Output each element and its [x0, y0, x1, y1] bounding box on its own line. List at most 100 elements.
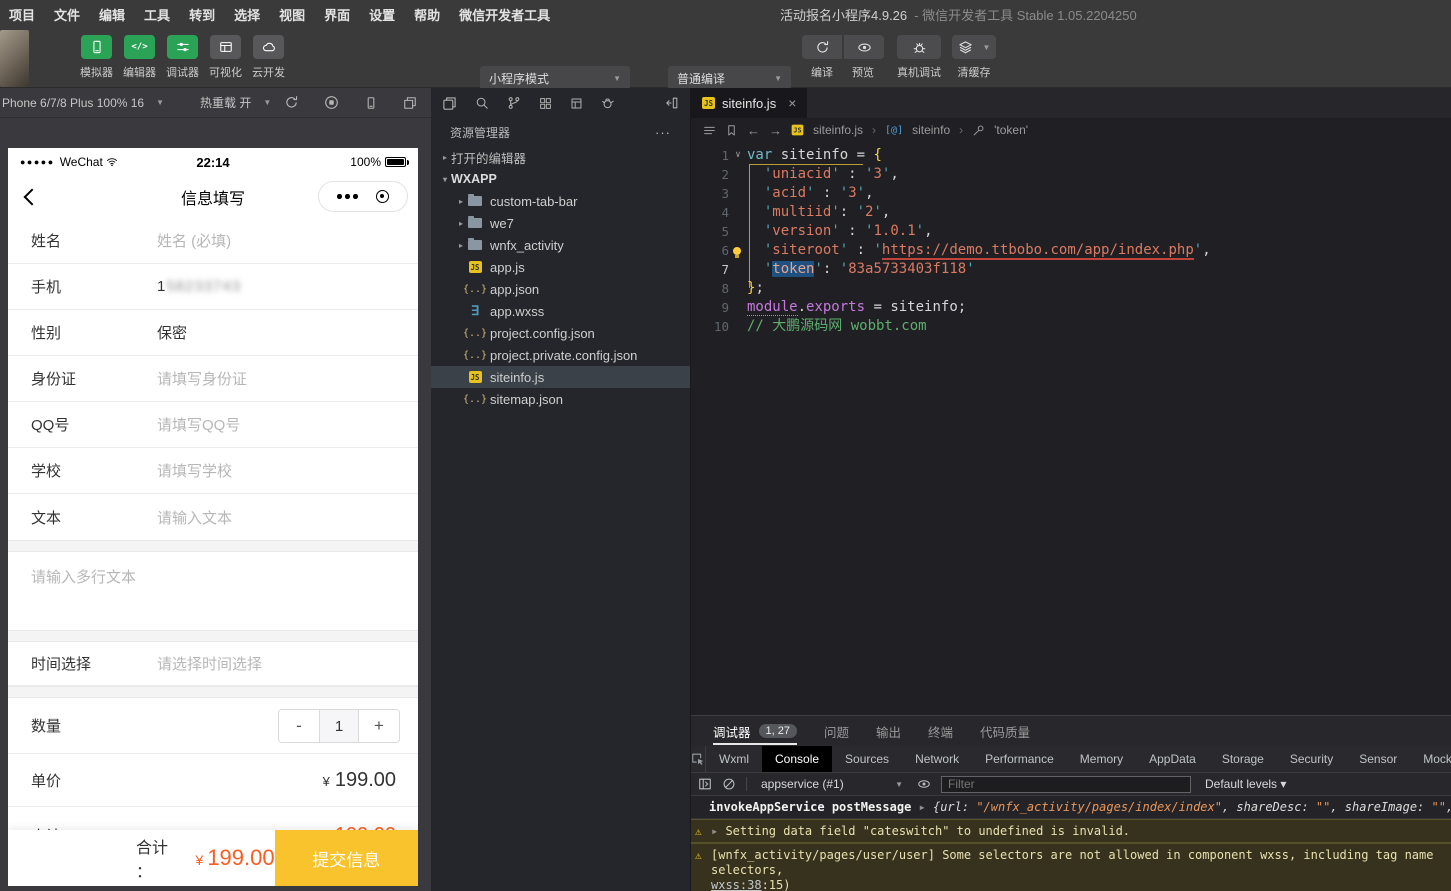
- tree-item-we7[interactable]: ▸we7: [431, 212, 690, 234]
- stepper-value[interactable]: 1: [319, 710, 359, 742]
- menu-tools[interactable]: 工具: [144, 5, 170, 24]
- close-target-icon[interactable]: [376, 190, 389, 203]
- close-icon[interactable]: ×: [788, 95, 796, 111]
- devtools-tab-memory[interactable]: Memory: [1067, 746, 1136, 772]
- menu-view[interactable]: 视图: [279, 5, 305, 24]
- menu-selection[interactable]: 选择: [234, 5, 260, 24]
- lightbulb-icon[interactable]: [733, 247, 741, 255]
- field-gender-input[interactable]: 保密: [157, 322, 187, 343]
- record-icon[interactable]: [324, 95, 339, 110]
- compile-mode-select[interactable]: 普通编译 ▼: [668, 66, 791, 90]
- action-remote-debug-button[interactable]: 真机调试: [897, 35, 941, 80]
- menu-settings[interactable]: 设置: [369, 5, 395, 24]
- action-clear-cache-button[interactable]: ▼清缓存: [952, 35, 996, 80]
- hot-reload-toggle[interactable]: 热重载 开 ▼: [200, 94, 271, 111]
- tea-icon[interactable]: [601, 96, 615, 110]
- execution-context-select[interactable]: appservice (#1) ▼: [757, 777, 907, 791]
- toolbar-cloud-dev-button[interactable]: 云开发: [250, 35, 287, 80]
- field-text-input[interactable]: 请输入文本: [157, 507, 232, 528]
- code-editor[interactable]: 1∨var siteinfo = {2 'uniacid' : '3',3 'a…: [691, 142, 1451, 715]
- field-name-input[interactable]: 姓名 (必填): [157, 230, 231, 251]
- action-compile-button[interactable]: 编译: [802, 35, 842, 80]
- rotate-icon[interactable]: [284, 95, 299, 110]
- tree-item-app-js[interactable]: JSapp.js: [431, 256, 690, 278]
- search-icon[interactable]: [475, 96, 489, 110]
- devtools-tab-appdata[interactable]: AppData: [1136, 746, 1209, 772]
- devtools-tab-wxml[interactable]: Wxml: [706, 746, 762, 772]
- submit-button[interactable]: 提交信息: [275, 830, 418, 886]
- devtools-tab-storage[interactable]: Storage: [1209, 746, 1277, 772]
- stepper-plus-button[interactable]: +: [359, 710, 399, 742]
- devtools-tab-performance[interactable]: Performance: [972, 746, 1067, 772]
- tab-siteinfo-js[interactable]: JS siteinfo.js ×: [691, 88, 807, 118]
- tree-item-wxapp-root[interactable]: ▾WXAPP: [431, 168, 690, 190]
- toolbar-simulator-button[interactable]: 模拟器: [78, 35, 115, 80]
- field-qq-input[interactable]: 请填写QQ号: [157, 414, 240, 435]
- bookmark-icon[interactable]: [725, 124, 738, 137]
- menu-help[interactable]: 帮助: [414, 5, 440, 24]
- devtools-tab-console[interactable]: Console: [762, 746, 832, 772]
- tree-item-custom-tab-bar[interactable]: ▸custom-tab-bar: [431, 190, 690, 212]
- phone-frame-icon[interactable]: [364, 96, 378, 110]
- tree-item-sitemap-json[interactable]: {..}sitemap.json: [431, 388, 690, 410]
- mode-select[interactable]: 小程序模式 ▼: [480, 66, 630, 90]
- field-time-input[interactable]: 请选择时间选择: [157, 653, 262, 674]
- tree-item-siteinfo-js[interactable]: JSsiteinfo.js: [431, 366, 690, 388]
- tree-item-open-editors[interactable]: ▸打开的编辑器: [431, 146, 690, 168]
- extensions-icon[interactable]: [539, 97, 552, 110]
- breadcrumb-file[interactable]: siteinfo.js: [813, 123, 863, 137]
- devtools-tab-network[interactable]: Network: [902, 746, 972, 772]
- breadcrumb-token[interactable]: 'token': [994, 123, 1028, 137]
- stepper-minus-button[interactable]: -: [279, 710, 319, 742]
- panel-tab-problems[interactable]: 问题: [824, 716, 849, 746]
- back-arrow-icon[interactable]: ←: [747, 123, 760, 138]
- live-expression-icon[interactable]: [917, 777, 931, 791]
- tree-item-project-private-config-json[interactable]: {..}project.private.config.json: [431, 344, 690, 366]
- devtools-tab-mock[interactable]: Mock: [1410, 746, 1451, 772]
- menu-file[interactable]: 文件: [54, 5, 80, 24]
- menu-edit[interactable]: 编辑: [99, 5, 125, 24]
- menu-project[interactable]: 项目: [9, 5, 35, 24]
- user-avatar[interactable]: [0, 30, 29, 87]
- menu-wechat-devtools[interactable]: 微信开发者工具: [459, 5, 550, 24]
- menu-interface[interactable]: 界面: [324, 5, 350, 24]
- field-school-input[interactable]: 请填写学校: [157, 460, 232, 481]
- tree-item-app-json[interactable]: {..}app.json: [431, 278, 690, 300]
- devtools-tab-sensor[interactable]: Sensor: [1346, 746, 1410, 772]
- multi-window-icon[interactable]: [403, 96, 417, 110]
- files-icon[interactable]: [442, 96, 457, 111]
- field-multiline-textarea[interactable]: 请输入多行文本: [8, 552, 418, 630]
- fold-icon[interactable]: ∨: [729, 146, 747, 165]
- toolbar-debugger-button[interactable]: 调试器: [164, 35, 201, 80]
- console-source-link[interactable]: wxss:38: [711, 878, 762, 891]
- console-filter-input[interactable]: [941, 776, 1191, 793]
- menu-goto[interactable]: 转到: [189, 5, 215, 24]
- tree-item-project-config-json[interactable]: {..}project.config.json: [431, 322, 690, 344]
- devtools-tab-sources[interactable]: Sources: [832, 746, 902, 772]
- log-levels-select[interactable]: Default levels ▾: [1205, 777, 1286, 791]
- panel-tab-code-quality[interactable]: 代码质量: [980, 716, 1030, 746]
- devtools-tab-security[interactable]: Security: [1277, 746, 1346, 772]
- show-sidebar-icon[interactable]: [698, 777, 712, 791]
- tree-item-wnfx-activity[interactable]: ▸wnfx_activity: [431, 234, 690, 256]
- outline-icon[interactable]: [703, 124, 716, 137]
- git-branch-icon[interactable]: [507, 96, 521, 110]
- collapse-sidebar-icon[interactable]: [665, 96, 679, 110]
- forward-arrow-icon[interactable]: →: [769, 123, 782, 138]
- layout-save-icon[interactable]: [570, 97, 583, 110]
- toolbar-editor-button[interactable]: </>编辑器: [121, 35, 158, 80]
- toolbar-visualization-button[interactable]: 可视化: [207, 35, 244, 80]
- clear-console-icon[interactable]: [722, 777, 736, 791]
- more-icon[interactable]: [337, 194, 358, 199]
- field-id-card-input[interactable]: 请填写身份证: [157, 368, 247, 389]
- capsule-menu[interactable]: [318, 181, 408, 212]
- form-row-time-picker[interactable]: 时间选择请选择时间选择: [8, 642, 418, 686]
- device-select[interactable]: Phone 6/7/8 Plus 100% 16 ▼: [2, 96, 164, 110]
- breadcrumb-symbol[interactable]: siteinfo: [912, 123, 950, 137]
- action-preview-button[interactable]: 预览: [842, 35, 884, 80]
- panel-tab-debugger[interactable]: 调试器1, 27: [713, 716, 797, 746]
- panel-tab-output[interactable]: 输出: [876, 716, 901, 746]
- panel-tab-terminal[interactable]: 终端: [928, 716, 953, 746]
- more-actions-icon[interactable]: ···: [655, 125, 671, 140]
- field-phone-input[interactable]: 158233743: [157, 278, 241, 295]
